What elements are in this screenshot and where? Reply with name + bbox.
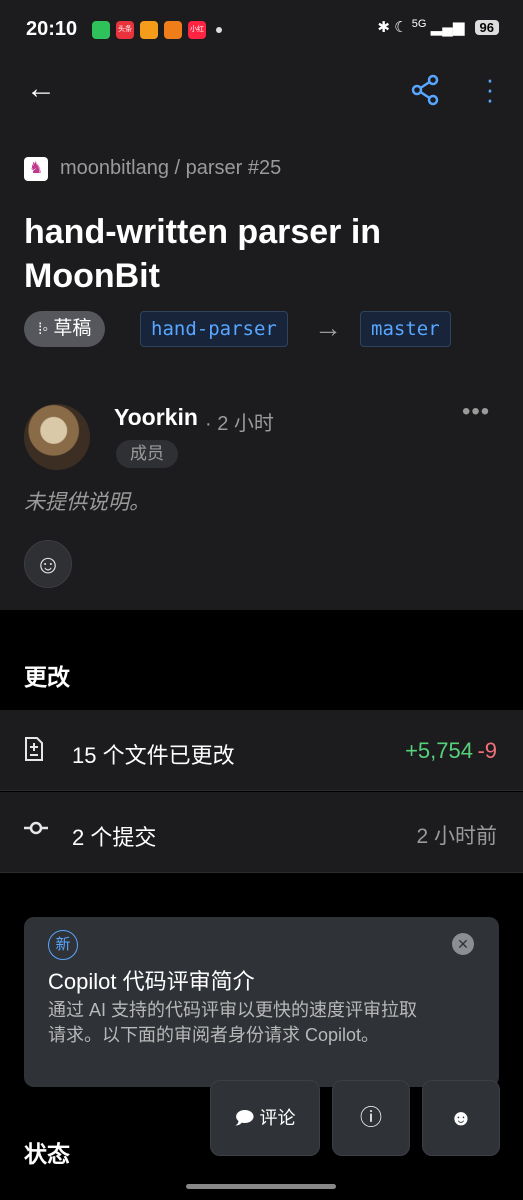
repo-avatar-icon: ♞ xyxy=(24,157,48,181)
additions-count: +5,754 xyxy=(405,738,473,763)
signal-icon: ▂▄▆ xyxy=(430,19,465,36)
network-label: 5G xyxy=(411,18,427,30)
toutiao-icon: 头条 xyxy=(116,21,134,39)
changes-title: 更改 xyxy=(24,664,70,690)
base-branch[interactable]: master xyxy=(360,311,451,347)
info-icon: ⓘ xyxy=(359,1105,382,1130)
bluetooth-icon: ✱ xyxy=(377,19,390,36)
copilot-card-title: Copilot 代码评审简介 xyxy=(48,969,255,994)
diff-stats: +5,754 -9 xyxy=(405,738,497,764)
avatar[interactable] xyxy=(24,404,90,470)
commits-time: 2 小时前 xyxy=(416,825,497,848)
app-icon-2 xyxy=(164,21,182,39)
back-arrow-icon[interactable]: ← xyxy=(26,72,56,106)
home-indicator[interactable] xyxy=(186,1184,336,1189)
battery-icon: 96 xyxy=(474,20,499,35)
draft-label: 草稿 xyxy=(53,318,92,339)
commits-label: 2 个提交 xyxy=(72,825,157,850)
pr-description: 未提供说明。 xyxy=(24,491,150,514)
comment-button[interactable]: 🗩 评论 xyxy=(210,1080,320,1156)
repo-path[interactable]: moonbitlang / parser #25 xyxy=(60,157,281,180)
arrow-right-icon: → xyxy=(314,312,342,343)
role-badge: 成员 xyxy=(116,440,178,468)
copilot-card-body: 通过 AI 支持的代码评审以更快的速度评审拉取请求。以下面的审阅者身份请求 Co… xyxy=(48,1000,418,1045)
comment-button-label: 评论 xyxy=(259,1108,296,1128)
draft-badge: ⁞◦ 草稿 xyxy=(24,311,106,347)
draft-pr-icon: ⁞◦ xyxy=(38,321,49,338)
more-vertical-icon[interactable]: · · · xyxy=(480,66,500,112)
new-badge: 新 xyxy=(48,930,78,960)
copilot-button[interactable]: ☻ xyxy=(422,1080,500,1156)
close-icon[interactable]: ✕ xyxy=(452,933,474,955)
info-button[interactable]: ⓘ xyxy=(332,1080,410,1156)
author-name[interactable]: Yoorkin xyxy=(114,404,198,431)
files-changed-label: 15 个文件已更改 xyxy=(72,743,235,768)
more-horizontal-icon[interactable]: ••• xyxy=(462,398,490,426)
file-diff-icon xyxy=(24,736,44,768)
app-icon xyxy=(140,21,158,39)
head-branch[interactable]: hand-parser xyxy=(140,311,288,347)
files-changed-row[interactable]: 15 个文件已更改 +5,754 -9 xyxy=(0,710,523,791)
pr-title: hand-written parser in MoonBit xyxy=(24,213,382,295)
commits-row[interactable]: 2 个提交 2 小时前 xyxy=(0,792,523,873)
deletions-count: -9 xyxy=(477,738,497,763)
clock: 20:10 xyxy=(26,18,78,40)
comment-icon: 🗩 xyxy=(234,1108,255,1128)
xiaohongshu-icon: 小红书 xyxy=(188,21,206,39)
system-icons: ✱ ☾ 5G ▂▄▆ 96 xyxy=(377,18,499,36)
comment-time: · 2 小时 xyxy=(205,413,274,435)
wechat-icon xyxy=(92,21,110,39)
copilot-icon: ☻ xyxy=(449,1105,473,1130)
notification-dot xyxy=(216,27,222,33)
share-icon[interactable] xyxy=(410,74,440,111)
status-title: 状态 xyxy=(24,1141,70,1167)
commit-icon xyxy=(24,816,48,846)
moon-icon: ☾ xyxy=(394,19,408,36)
smiley-icon[interactable]: ☺ xyxy=(24,540,72,588)
